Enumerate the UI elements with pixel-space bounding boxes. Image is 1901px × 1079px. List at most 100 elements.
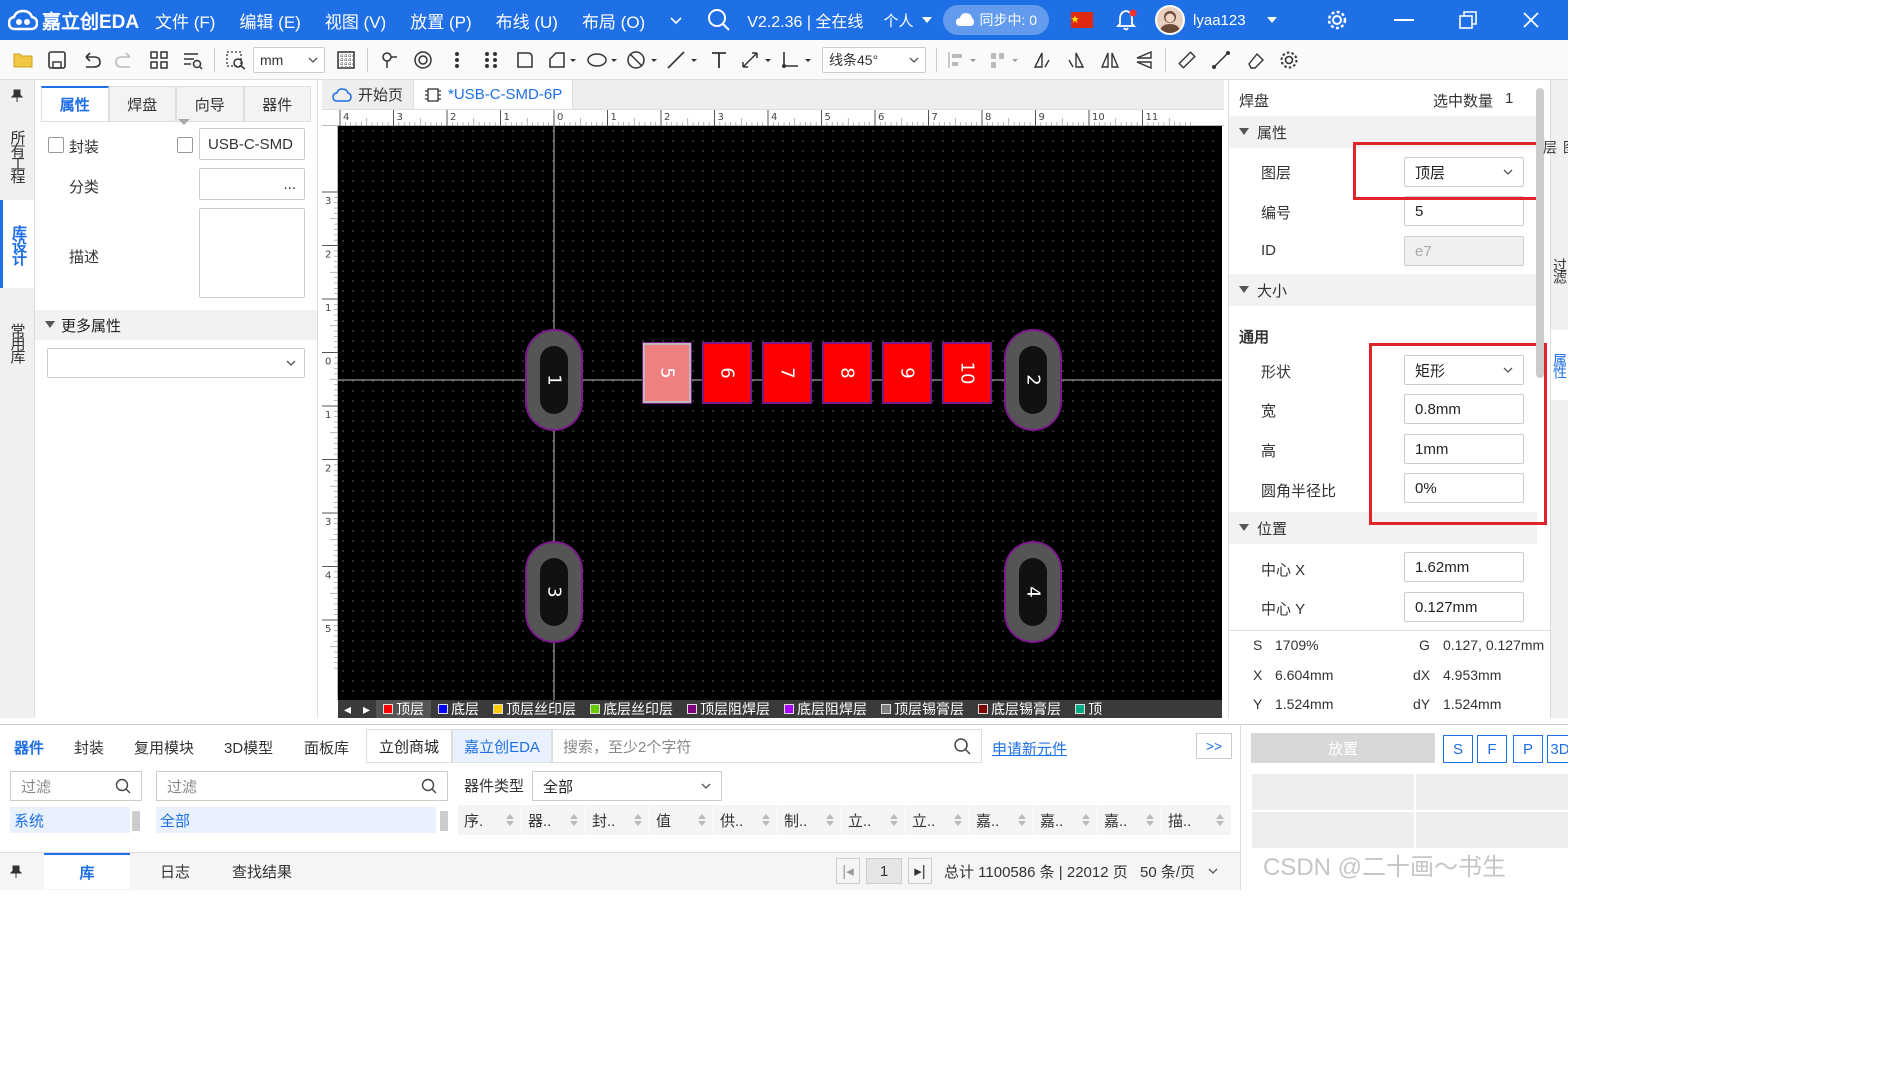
- sort-icon[interactable]: [953, 813, 963, 827]
- footprint-checkbox[interactable]: [48, 137, 64, 153]
- pad-3[interactable]: 3: [525, 541, 583, 643]
- table-column-header[interactable]: 制..: [778, 805, 842, 835]
- section-size[interactable]: 大小: [1229, 274, 1537, 306]
- sort-icon[interactable]: [569, 813, 579, 827]
- last-page-button[interactable]: ▸|: [908, 858, 932, 884]
- pad-double-array-icon[interactable]: [474, 45, 508, 75]
- minimize-icon[interactable]: [1393, 18, 1414, 22]
- table-column-header[interactable]: 值: [650, 805, 714, 835]
- source-tab-jlc[interactable]: 嘉立创EDA: [452, 729, 552, 763]
- close-icon[interactable]: [1522, 11, 1540, 29]
- user-dropdown-icon[interactable]: [1266, 16, 1278, 24]
- tab-wizard[interactable]: 向导: [176, 86, 244, 121]
- text-tool-icon[interactable]: [702, 45, 736, 75]
- china-flag-icon[interactable]: [1071, 12, 1094, 28]
- layer-item[interactable]: 顶层丝印层: [486, 700, 583, 718]
- username[interactable]: lyaa123: [1193, 12, 1246, 29]
- layer-item[interactable]: 顶层锡膏层: [874, 700, 971, 718]
- dimension-tool-icon[interactable]: [736, 45, 776, 75]
- footprint-view-button[interactable]: F: [1477, 735, 1507, 763]
- origin-tool-icon[interactable]: [776, 45, 816, 75]
- sort-icon[interactable]: [1081, 813, 1091, 827]
- mode-select[interactable]: 个人: [883, 10, 913, 31]
- save-icon[interactable]: [40, 45, 74, 75]
- sort-icon[interactable]: [825, 813, 835, 827]
- polygon-tool-icon[interactable]: [542, 45, 582, 75]
- grid-apps-icon[interactable]: [142, 45, 176, 75]
- sort-icon[interactable]: [1145, 813, 1155, 827]
- tab-panel-library[interactable]: 面板库: [304, 737, 349, 758]
- layer-item[interactable]: 底层阻焊层: [777, 700, 874, 718]
- layer-scroll-right-icon[interactable]: ▸: [357, 701, 376, 718]
- tab-start-page[interactable]: 开始页: [322, 80, 415, 109]
- pad-9[interactable]: 9: [882, 342, 932, 404]
- category-field[interactable]: ...: [199, 168, 305, 200]
- tab-footprint-doc[interactable]: *USB-C-SMD-6P: [414, 80, 574, 109]
- shape-tool-icon[interactable]: [508, 45, 542, 75]
- table-column-header[interactable]: 嘉..: [1034, 805, 1098, 835]
- open-folder-icon[interactable]: [6, 45, 40, 75]
- collapse-arrow-icon[interactable]: [177, 118, 191, 126]
- search-icon[interactable]: [953, 737, 971, 755]
- tab-all-projects[interactable]: 所有工程: [0, 112, 34, 200]
- pad-2[interactable]: 2: [1004, 329, 1062, 431]
- menu-view[interactable]: 视图 (V): [325, 8, 386, 33]
- place-button[interactable]: 放置: [1251, 733, 1435, 763]
- layer-item[interactable]: 顶: [1068, 700, 1109, 718]
- sort-icon[interactable]: [1017, 813, 1027, 827]
- table-column-header[interactable]: 器..: [522, 805, 586, 835]
- redo-icon[interactable]: [108, 45, 142, 75]
- pad-6[interactable]: 6: [702, 342, 752, 404]
- pin-tool-icon[interactable]: [372, 45, 406, 75]
- category-more-button[interactable]: ...: [283, 176, 296, 193]
- footer-tab-log[interactable]: 日志: [160, 861, 190, 882]
- menu-file[interactable]: 文件 (F): [155, 8, 215, 33]
- number-field[interactable]: 5: [1404, 196, 1524, 226]
- rotate-left-icon[interactable]: [1059, 45, 1093, 75]
- tree-scrollbar-right[interactable]: [440, 811, 448, 831]
- center-x-field[interactable]: 1.62mm: [1404, 552, 1524, 582]
- sort-icon[interactable]: [761, 813, 771, 827]
- per-page-select[interactable]: 50 条/页: [1134, 858, 1224, 884]
- pad-4[interactable]: 4: [1004, 541, 1062, 643]
- description-field[interactable]: [199, 208, 305, 298]
- no-entry-tool-icon[interactable]: [622, 45, 662, 75]
- grid-icon[interactable]: [329, 45, 363, 75]
- tab-filter[interactable]: 过滤: [1551, 230, 1568, 310]
- first-page-button[interactable]: |◂: [836, 858, 860, 884]
- library-search-input[interactable]: 搜索，至少2个字符: [552, 729, 982, 763]
- page-input[interactable]: 1: [866, 858, 902, 884]
- symbol-view-button[interactable]: S: [1443, 735, 1473, 763]
- tab-common-library[interactable]: 常用库: [0, 302, 34, 382]
- pad-5[interactable]: 5: [642, 342, 692, 404]
- mode-dropdown-icon[interactable]: [921, 16, 933, 24]
- apply-new-component-link[interactable]: 申请新元件: [992, 738, 1067, 759]
- unit-select[interactable]: mm: [253, 46, 325, 73]
- pad-10[interactable]: 10: [942, 342, 992, 404]
- sort-icon[interactable]: [697, 813, 707, 827]
- eraser-icon[interactable]: [1238, 45, 1272, 75]
- tab-library-design[interactable]: 库设计: [0, 200, 34, 288]
- footer-tab-library[interactable]: 库: [44, 853, 130, 889]
- ruler-icon[interactable]: [1170, 45, 1204, 75]
- table-column-header[interactable]: 嘉..: [970, 805, 1034, 835]
- expand-button[interactable]: >>: [1196, 733, 1232, 759]
- right-panel-scrollbar[interactable]: [1536, 88, 1544, 378]
- tree-item-system[interactable]: 系统: [10, 807, 130, 833]
- pad-tool-icon[interactable]: [406, 45, 440, 75]
- tab-reuse-modules[interactable]: 复用模块: [134, 737, 194, 758]
- menu-place[interactable]: 放置 (P): [410, 8, 471, 33]
- tree-item-all[interactable]: 全部: [156, 807, 436, 833]
- pad-8[interactable]: 8: [822, 342, 872, 404]
- tree-scrollbar-left[interactable]: [132, 811, 140, 831]
- tab-3d-models[interactable]: 3D模型: [224, 737, 273, 758]
- pinout-view-button[interactable]: P: [1513, 735, 1543, 763]
- sort-icon[interactable]: [889, 813, 899, 827]
- table-column-header[interactable]: 供..: [714, 805, 778, 835]
- flip-horizontal-icon[interactable]: [1093, 45, 1127, 75]
- layer-item[interactable]: 顶层: [376, 700, 432, 718]
- filter-input-left[interactable]: 过滤: [10, 771, 142, 801]
- table-column-header[interactable]: 立..: [906, 805, 970, 835]
- layer-item[interactable]: 顶层阻焊层: [680, 700, 777, 718]
- tab-footprints[interactable]: 封装: [74, 737, 104, 758]
